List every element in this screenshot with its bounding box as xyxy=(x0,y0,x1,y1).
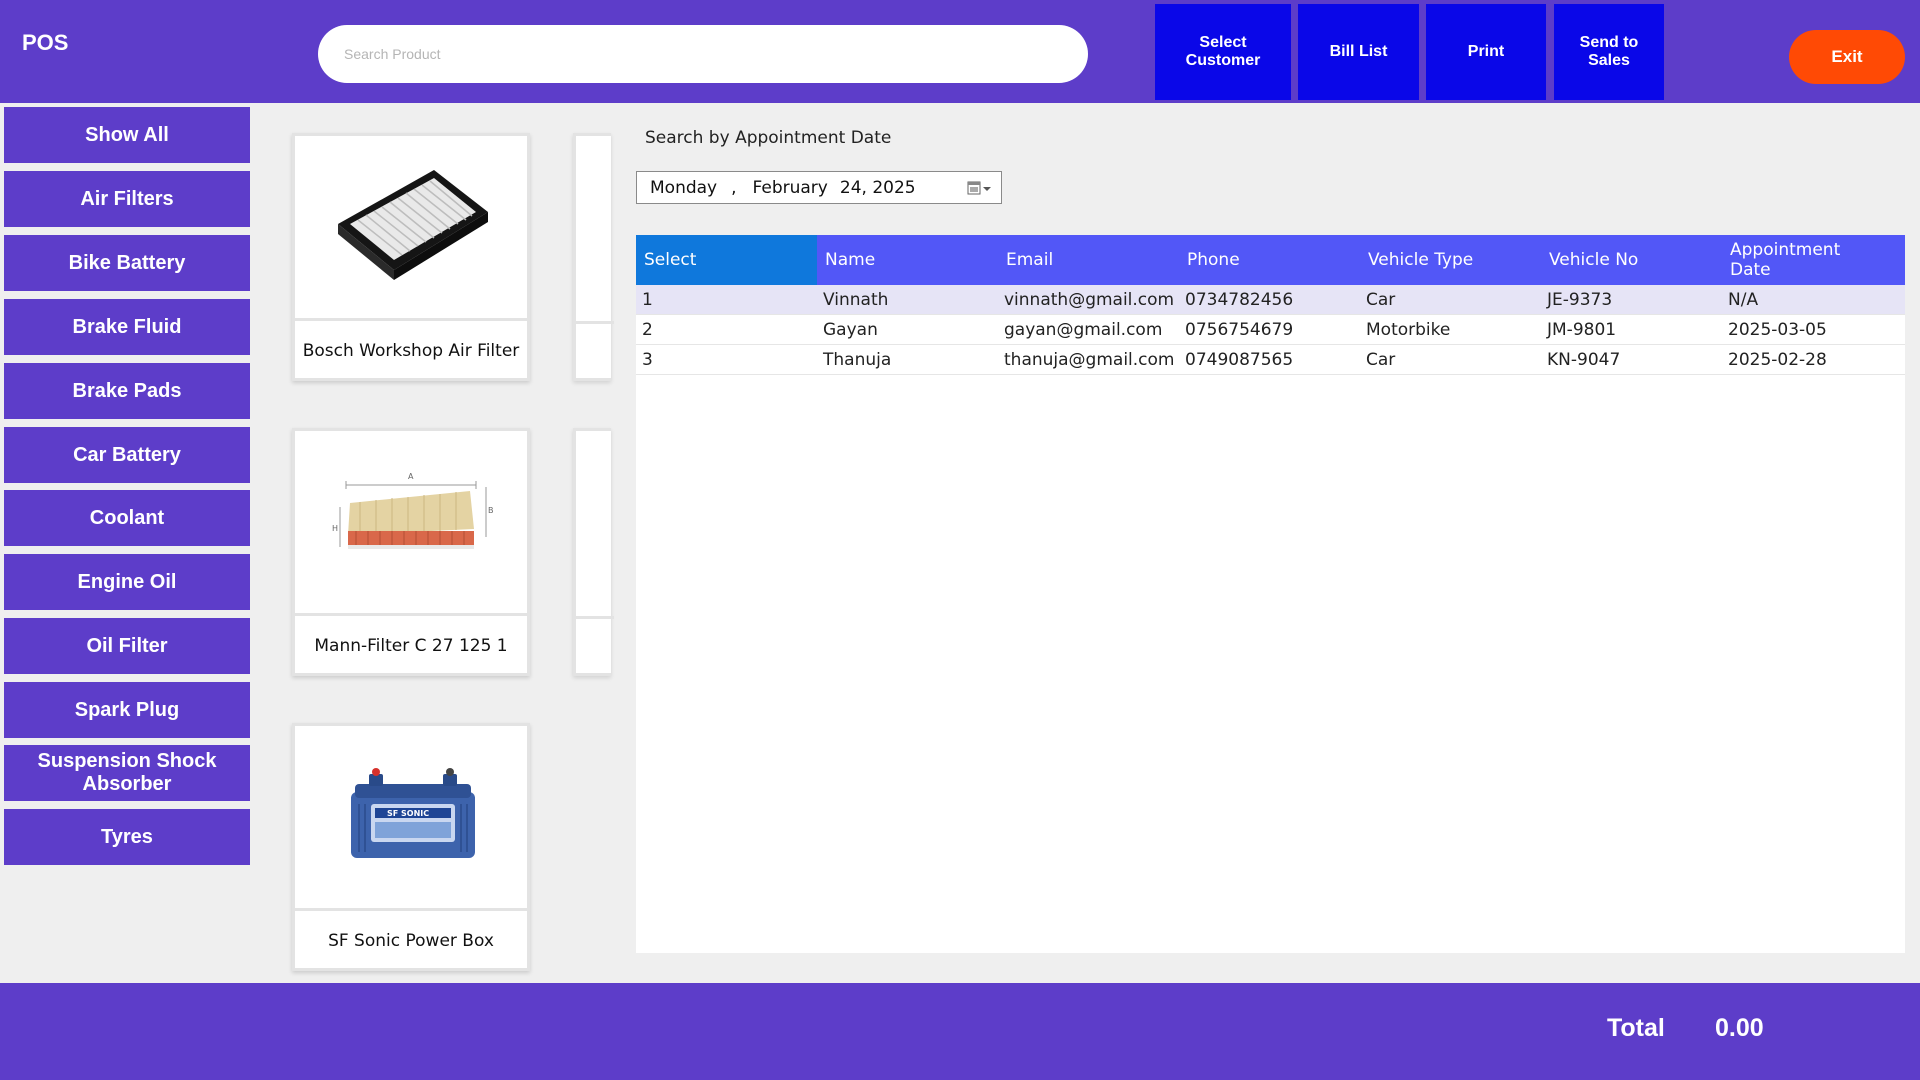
table-row[interactable]: 3 Thanuja thanuja@gmail.com 0749087565 C… xyxy=(636,345,1905,375)
cell-select: 2 xyxy=(642,320,653,340)
air-filter-wedge-image: A B H xyxy=(295,431,527,616)
svg-text:B: B xyxy=(488,506,494,515)
cell-phone: 0756754679 xyxy=(1185,320,1294,340)
date-separator: , xyxy=(731,177,737,198)
category-engine-oil[interactable]: Engine Oil xyxy=(4,554,250,610)
app-title: POS xyxy=(22,30,69,55)
bill-list-button[interactable]: Bill List xyxy=(1298,4,1419,100)
category-show-all[interactable]: Show All xyxy=(4,107,250,163)
date-weekday: Monday xyxy=(650,177,718,198)
product-card-partial[interactable] xyxy=(573,428,614,676)
cell-vehicle-type: Motorbike xyxy=(1366,320,1451,340)
product-name: Mann-Filter C 27 125 1 xyxy=(314,636,508,656)
appointment-date-picker[interactable]: Monday , February 24, 2025 xyxy=(636,171,1002,204)
cell-vehicle-type: Car xyxy=(1366,290,1396,310)
category-brake-fluid[interactable]: Brake Fluid xyxy=(4,299,250,355)
total-value: 0.00 xyxy=(1715,1014,1764,1042)
cell-vehicle-no: JM-9801 xyxy=(1547,320,1617,340)
cell-name: Vinnath xyxy=(823,290,889,310)
cell-email: thanuja@gmail.com xyxy=(1004,350,1175,370)
category-brake-pads[interactable]: Brake Pads xyxy=(4,363,250,419)
category-tyres[interactable]: Tyres xyxy=(4,809,250,865)
cell-phone: 0749087565 xyxy=(1185,350,1294,370)
column-header-select[interactable]: Select xyxy=(636,235,817,285)
air-filter-panel-image xyxy=(295,136,527,321)
exit-button[interactable]: Exit xyxy=(1789,30,1905,84)
customer-table: Select Name Email Phone Vehicle Type Veh… xyxy=(636,235,1905,953)
svg-text:SF SONIC: SF SONIC xyxy=(387,809,429,818)
date-day-year: 24, 2025 xyxy=(839,177,916,198)
column-header-name[interactable]: Name xyxy=(817,235,998,285)
category-car-battery[interactable]: Car Battery xyxy=(4,427,250,483)
column-header-phone[interactable]: Phone xyxy=(1179,235,1360,285)
send-to-sales-button[interactable]: Send to Sales xyxy=(1554,4,1664,100)
cell-appointment-date: 2025-03-05 xyxy=(1728,320,1827,340)
calendar-dropdown-icon[interactable] xyxy=(967,179,993,197)
cell-vehicle-no: JE-9373 xyxy=(1547,290,1613,310)
table-row[interactable]: 1 Vinnath vinnath@gmail.com 0734782456 C… xyxy=(636,285,1905,315)
svg-text:A: A xyxy=(408,472,414,481)
cell-select: 1 xyxy=(642,290,653,310)
category-oil-filter[interactable]: Oil Filter xyxy=(4,618,250,674)
cell-vehicle-type: Car xyxy=(1366,350,1396,370)
product-card-partial[interactable] xyxy=(573,133,614,381)
category-air-filters[interactable]: Air Filters xyxy=(4,171,250,227)
category-coolant[interactable]: Coolant xyxy=(4,490,250,546)
product-name: Bosch Workshop Air Filter xyxy=(302,341,520,361)
search-product-input[interactable] xyxy=(318,25,1088,83)
appointment-date-search-label: Search by Appointment Date xyxy=(645,128,892,148)
table-row[interactable]: 2 Gayan gayan@gmail.com 0756754679 Motor… xyxy=(636,315,1905,345)
column-header-vehicle-type[interactable]: Vehicle Type xyxy=(1360,235,1541,285)
product-card[interactable]: Bosch Workshop Air Filter xyxy=(292,133,530,381)
cell-vehicle-no: KN-9047 xyxy=(1547,350,1621,370)
cell-name: Gayan xyxy=(823,320,878,340)
car-battery-image: SF SONIC xyxy=(295,726,527,911)
column-header-vehicle-no[interactable]: Vehicle No xyxy=(1541,235,1722,285)
print-button[interactable]: Print xyxy=(1426,4,1546,100)
date-month: February xyxy=(752,177,828,198)
table-header: Select Name Email Phone Vehicle Type Veh… xyxy=(636,235,1905,285)
cell-email: gayan@gmail.com xyxy=(1004,320,1163,340)
total-label: Total xyxy=(1607,1014,1665,1042)
select-customer-button[interactable]: Select Customer xyxy=(1155,4,1291,100)
cell-email: vinnath@gmail.com xyxy=(1004,290,1175,310)
cell-name: Thanuja xyxy=(823,350,892,370)
cell-appointment-date: 2025-02-28 xyxy=(1728,350,1827,370)
product-card[interactable]: SF SONIC SF Sonic Power Box xyxy=(292,723,530,971)
category-spark-plug[interactable]: Spark Plug xyxy=(4,682,250,738)
column-header-email[interactable]: Email xyxy=(998,235,1179,285)
svg-text:H: H xyxy=(332,524,338,533)
cell-phone: 0734782456 xyxy=(1185,290,1294,310)
product-card[interactable]: A B H Mann-Filter C 27 125 1 xyxy=(292,428,530,676)
cell-select: 3 xyxy=(642,350,653,370)
product-name: SF Sonic Power Box xyxy=(328,931,494,951)
category-suspension-shock-absorber[interactable]: Suspension Shock Absorber xyxy=(4,745,250,801)
category-bike-battery[interactable]: Bike Battery xyxy=(4,235,250,291)
cell-appointment-date: N/A xyxy=(1728,290,1759,310)
column-header-appointment-date[interactable]: Appointment Date xyxy=(1722,235,1865,285)
